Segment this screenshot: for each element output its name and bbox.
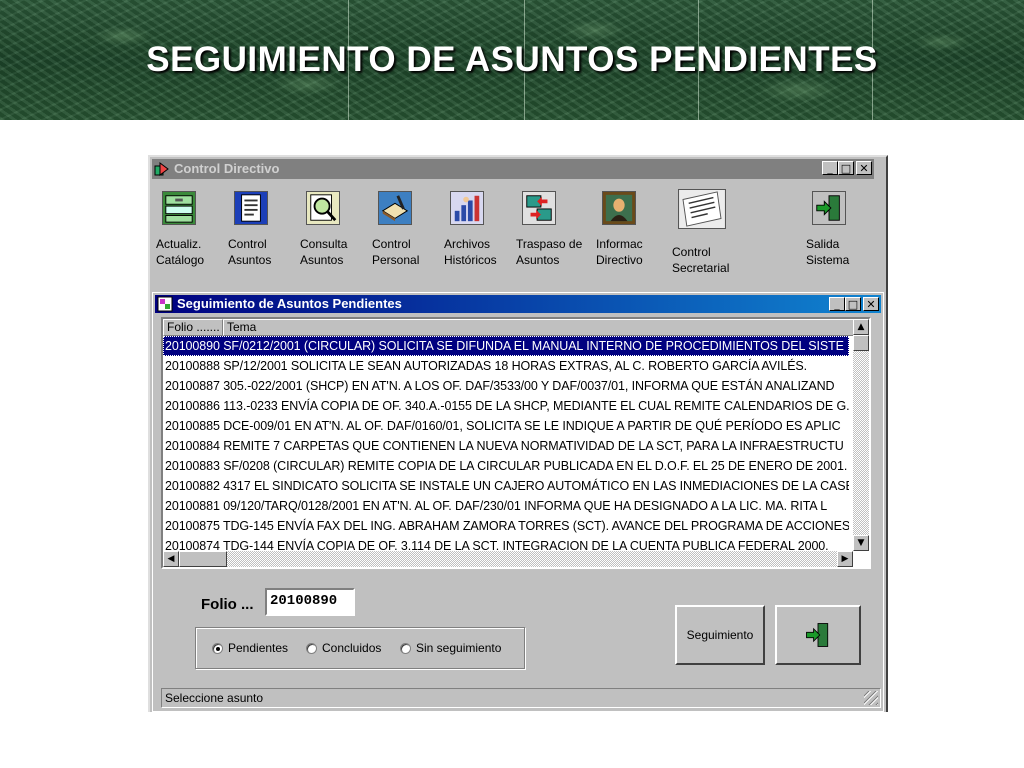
- scroll-left-arrow-icon[interactable]: ◀: [163, 551, 179, 567]
- seguimiento-button[interactable]: Seguimiento: [675, 605, 765, 665]
- status-bar: Seleccione asunto: [161, 688, 881, 708]
- toolbar-label: Consulta Asuntos: [300, 237, 348, 267]
- book-icon: [378, 191, 412, 225]
- scroll-thumb[interactable]: [853, 335, 869, 351]
- list-item[interactable]: 20100887 305.-022/2001 (SHCP) EN AT'N. A…: [163, 376, 849, 396]
- scroll-down-arrow-icon[interactable]: ▼: [853, 535, 869, 551]
- list-item[interactable]: 20100890 SF/0212/2001 (CIRCULAR) SOLICIT…: [163, 336, 849, 356]
- list-item[interactable]: 20100875 TDG-145 ENVÍA FAX DEL ING. ABRA…: [163, 516, 849, 536]
- toolbar-label: Control Asuntos: [228, 237, 272, 267]
- asuntos-list[interactable]: Folio ....... Tema 20100890 SF/0212/2001…: [161, 317, 871, 569]
- radio-concluidos[interactable]: Concluidos: [306, 641, 381, 655]
- toolbar-label: Actualiz. Catálogo: [156, 237, 205, 267]
- notepad-icon: [678, 189, 726, 229]
- list-rows: 20100890 SF/0212/2001 (CIRCULAR) SOLICIT…: [163, 336, 849, 556]
- slide-banner: SEGUIMIENTO DE ASUNTOS PENDIENTES: [0, 0, 1024, 120]
- close-button[interactable]: ✕: [856, 161, 872, 175]
- toolbar-button-consulta-asuntos[interactable]: Consulta Asuntos: [300, 185, 372, 268]
- toolbar-label: Control Personal: [372, 237, 420, 267]
- main-window-title: Control Directivo: [174, 161, 280, 176]
- exit-button[interactable]: [775, 605, 861, 665]
- scroll-thumb[interactable]: [179, 551, 227, 567]
- filter-radio-group: Pendientes Concluidos Sin seguimiento: [195, 627, 525, 669]
- child-close-button[interactable]: ✕: [863, 297, 879, 311]
- list-item[interactable]: 20100888 SP/12/2001 SOLICITA LE SEAN AUT…: [163, 356, 849, 376]
- child-minimize-button[interactable]: _: [829, 297, 845, 311]
- minimize-button[interactable]: _: [822, 161, 838, 175]
- scroll-right-arrow-icon[interactable]: ▶: [837, 551, 853, 567]
- main-titlebar[interactable]: Control Directivo _ □ ✕: [152, 159, 874, 179]
- radio-indicator: [400, 642, 411, 654]
- folio-label: Folio ...: [201, 596, 254, 613]
- toolbar-label: Informac Directivo: [596, 237, 643, 267]
- exit-icon: [812, 191, 846, 225]
- child-titlebar[interactable]: Seguimiento de Asuntos Pendientes _ □ ✕: [155, 295, 881, 313]
- toolbar-label: Salida Sistema: [806, 237, 850, 267]
- control-directivo-window: Control Directivo _ □ ✕ Actualiz. Catálo…: [148, 155, 888, 712]
- toolbar-button-archivos-historicos[interactable]: Archivos Históricos: [444, 185, 516, 268]
- toolbar-button-control-asuntos[interactable]: Control Asuntos: [228, 185, 300, 268]
- toolbar-label: Traspaso de Asuntos: [516, 237, 583, 267]
- vertical-scrollbar[interactable]: ▲ ▼: [853, 319, 869, 551]
- slide-title: SEGUIMIENTO DE ASUNTOS PENDIENTES: [146, 40, 878, 79]
- toolbar-label: Archivos Históricos: [444, 237, 497, 267]
- catalog-icon: [162, 191, 196, 225]
- scroll-up-arrow-icon[interactable]: ▲: [853, 319, 869, 335]
- radio-indicator: [212, 642, 223, 654]
- list-item[interactable]: 20100885 DCE-009/01 EN AT'N. AL OF. DAF/…: [163, 416, 849, 436]
- magnifier-icon: [306, 191, 340, 225]
- radio-label: Pendientes: [228, 641, 289, 655]
- radio-sin-seguimiento[interactable]: Sin seguimiento: [400, 641, 501, 655]
- toolbar-button-informac-directivo[interactable]: Informac Directivo: [596, 185, 668, 268]
- list-item[interactable]: 20100883 SF/0208 (CIRCULAR) REMITE COPIA…: [163, 456, 849, 476]
- transfer-icon: [522, 191, 556, 225]
- main-toolbar: Actualiz. Catálogo Control Asuntos Consu…: [154, 185, 874, 277]
- archive-icon: [450, 191, 484, 225]
- maximize-button[interactable]: □: [838, 161, 854, 175]
- seguimiento-window: Seguimiento de Asuntos Pendientes _ □ ✕ …: [152, 292, 884, 712]
- child-window-title: Seguimiento de Asuntos Pendientes: [177, 296, 402, 311]
- column-header-folio[interactable]: Folio .......: [163, 319, 223, 336]
- app-icon: [154, 162, 169, 176]
- toolbar-button-control-personal[interactable]: Control Personal: [372, 185, 444, 268]
- column-header-tema[interactable]: Tema: [223, 319, 863, 336]
- toolbar-button-control-secretarial[interactable]: Control Secretarial: [672, 185, 744, 276]
- radio-indicator: [306, 642, 317, 654]
- radio-label: Concluidos: [322, 641, 382, 655]
- horizontal-scrollbar[interactable]: ◀ ▶: [163, 551, 853, 567]
- toolbar-button-actualiz-catalogo[interactable]: Actualiz. Catálogo: [156, 185, 228, 268]
- exit-icon: [806, 623, 829, 647]
- toolbar-button-traspaso-asuntos[interactable]: Traspaso de Asuntos: [516, 185, 588, 268]
- portrait-icon: [602, 191, 636, 225]
- document-icon: [234, 191, 268, 225]
- list-item[interactable]: 20100886 113.-0233 ENVÍA COPIA DE OF. 34…: [163, 396, 849, 416]
- resize-grip-icon[interactable]: [864, 691, 878, 705]
- child-maximize-button[interactable]: □: [845, 297, 861, 311]
- list-header: Folio ....... Tema: [163, 319, 863, 336]
- toolbar-button-salida-sistema[interactable]: Salida Sistema: [806, 185, 878, 268]
- toolbar-label: Control Secretarial: [672, 245, 730, 275]
- radio-pendientes[interactable]: Pendientes: [212, 641, 288, 655]
- radio-label: Sin seguimiento: [416, 641, 502, 655]
- status-text: Seleccione asunto: [165, 691, 264, 705]
- folio-input[interactable]: 20100890: [265, 588, 355, 616]
- list-item[interactable]: 20100881 09/120/TARQ/0128/2001 EN AT'N. …: [163, 496, 849, 516]
- child-window-icon: [157, 296, 173, 312]
- list-item[interactable]: 20100882 4317 EL SINDICATO SOLICITA SE I…: [163, 476, 849, 496]
- list-item[interactable]: 20100884 REMITE 7 CARPETAS QUE CONTIENEN…: [163, 436, 849, 456]
